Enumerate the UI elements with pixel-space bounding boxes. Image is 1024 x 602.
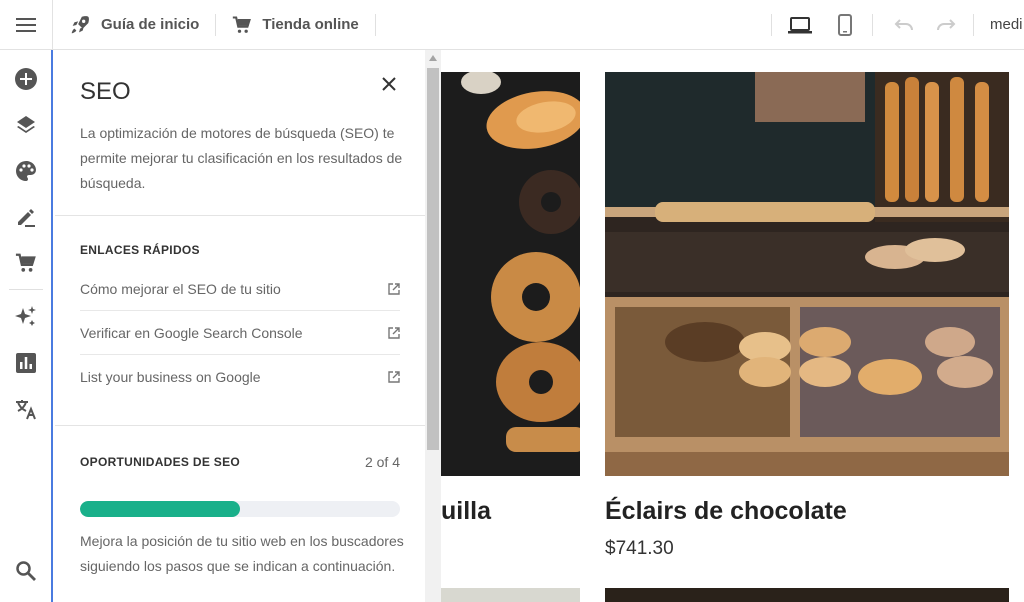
opportunities-title: OPORTUNIDADES DE SEO — [80, 455, 241, 469]
laptop-icon — [788, 16, 812, 33]
left-rail — [0, 50, 53, 602]
panel-header: SEO La optimización de motores de búsque… — [55, 50, 425, 216]
undo-button[interactable] — [883, 0, 925, 50]
pastries-illustration — [441, 72, 580, 476]
product-name[interactable]: Éclairs de chocolate — [605, 497, 847, 526]
analytics-button[interactable] — [0, 340, 51, 386]
triangle-up-icon — [429, 55, 437, 61]
external-link-icon — [388, 282, 400, 295]
guide-label: Guía de inicio — [101, 16, 200, 33]
design-button[interactable] — [0, 148, 51, 194]
layers-icon — [16, 116, 35, 133]
product-image[interactable] — [605, 588, 1009, 602]
store-button[interactable]: Tienda online — [216, 0, 374, 50]
product-price: $741.30 — [605, 538, 674, 559]
ai-button[interactable] — [0, 294, 51, 340]
palette-icon — [15, 161, 36, 181]
opportunities-description: Mejora la posición de tu sitio web en lo… — [80, 533, 404, 574]
store-label: Tienda online — [262, 16, 359, 33]
quick-link-label: Cómo mejorar el SEO de tu sitio — [80, 280, 281, 297]
panel-description: La optimización de motores de búsqueda (… — [80, 125, 403, 191]
scroll-thumb[interactable] — [427, 68, 439, 450]
panel-title: SEO — [80, 78, 131, 105]
undo-icon — [894, 18, 913, 30]
sparkle-icon — [14, 306, 36, 326]
layers-button[interactable] — [0, 102, 51, 148]
chart-icon — [15, 353, 36, 373]
divider — [374, 13, 376, 36]
desktop-view-button[interactable] — [772, 0, 828, 50]
product-image[interactable] — [441, 588, 580, 602]
add-button[interactable] — [0, 56, 51, 102]
rocket-icon — [71, 15, 89, 33]
rail-divider — [8, 289, 43, 290]
panel-scrollbar[interactable] — [425, 50, 441, 602]
device-label[interactable]: medi — [974, 16, 1024, 33]
bakery-display-illustration — [605, 72, 1009, 476]
quick-links-section: ENLACES RÁPIDOS Cómo mejorar el SEO de t… — [55, 216, 425, 426]
quick-links-title: ENLACES RÁPIDOS — [80, 243, 200, 257]
translate-button[interactable] — [0, 386, 51, 432]
external-link-icon — [388, 371, 400, 383]
product-image[interactable] — [605, 72, 1009, 476]
phone-icon — [838, 13, 852, 36]
product-image[interactable] — [441, 72, 580, 476]
quick-link[interactable]: List your business on Google — [80, 355, 400, 399]
menu-button[interactable] — [0, 0, 53, 50]
site-canvas: uilla Éclairs de chocolate $741.30 — [441, 50, 1024, 602]
quick-link[interactable]: Cómo mejorar el SEO de tu sitio — [80, 267, 400, 311]
quick-link-label: List your business on Google — [80, 369, 261, 385]
plus-circle-icon — [14, 68, 37, 90]
search-button[interactable] — [0, 548, 51, 594]
cart-icon — [233, 15, 252, 33]
store-rail-button[interactable] — [0, 240, 51, 286]
redo-button[interactable] — [925, 0, 967, 50]
product-name[interactable]: uilla — [441, 497, 491, 526]
seo-panel: SEO La optimización de motores de búsque… — [55, 50, 425, 602]
close-icon — [382, 77, 396, 91]
cart-icon — [15, 253, 36, 272]
mobile-view-button[interactable] — [828, 0, 862, 50]
divider — [872, 13, 873, 36]
opportunities-section: OPORTUNIDADES DE SEO 2 of 4 Mejora la po… — [55, 426, 425, 579]
hamburger-icon — [16, 17, 36, 32]
scroll-up-arrow[interactable] — [425, 50, 441, 66]
quick-link[interactable]: Verificar en Google Search Console — [80, 311, 400, 355]
search-icon — [15, 561, 36, 581]
translate-icon — [15, 400, 36, 420]
close-button[interactable] — [379, 74, 399, 94]
top-bar: Guía de inicio Tienda online medi — [0, 0, 1024, 50]
quick-link-label: Verificar en Google Search Console — [80, 324, 303, 341]
pencil-icon — [17, 209, 35, 227]
edit-button[interactable] — [0, 194, 51, 240]
redo-icon — [937, 18, 956, 30]
external-link-icon — [388, 326, 400, 339]
opportunities-count: 2 of 4 — [364, 454, 400, 470]
guide-button[interactable]: Guía de inicio — [53, 0, 215, 50]
progress-bar — [80, 501, 400, 517]
progress-fill — [80, 501, 240, 517]
